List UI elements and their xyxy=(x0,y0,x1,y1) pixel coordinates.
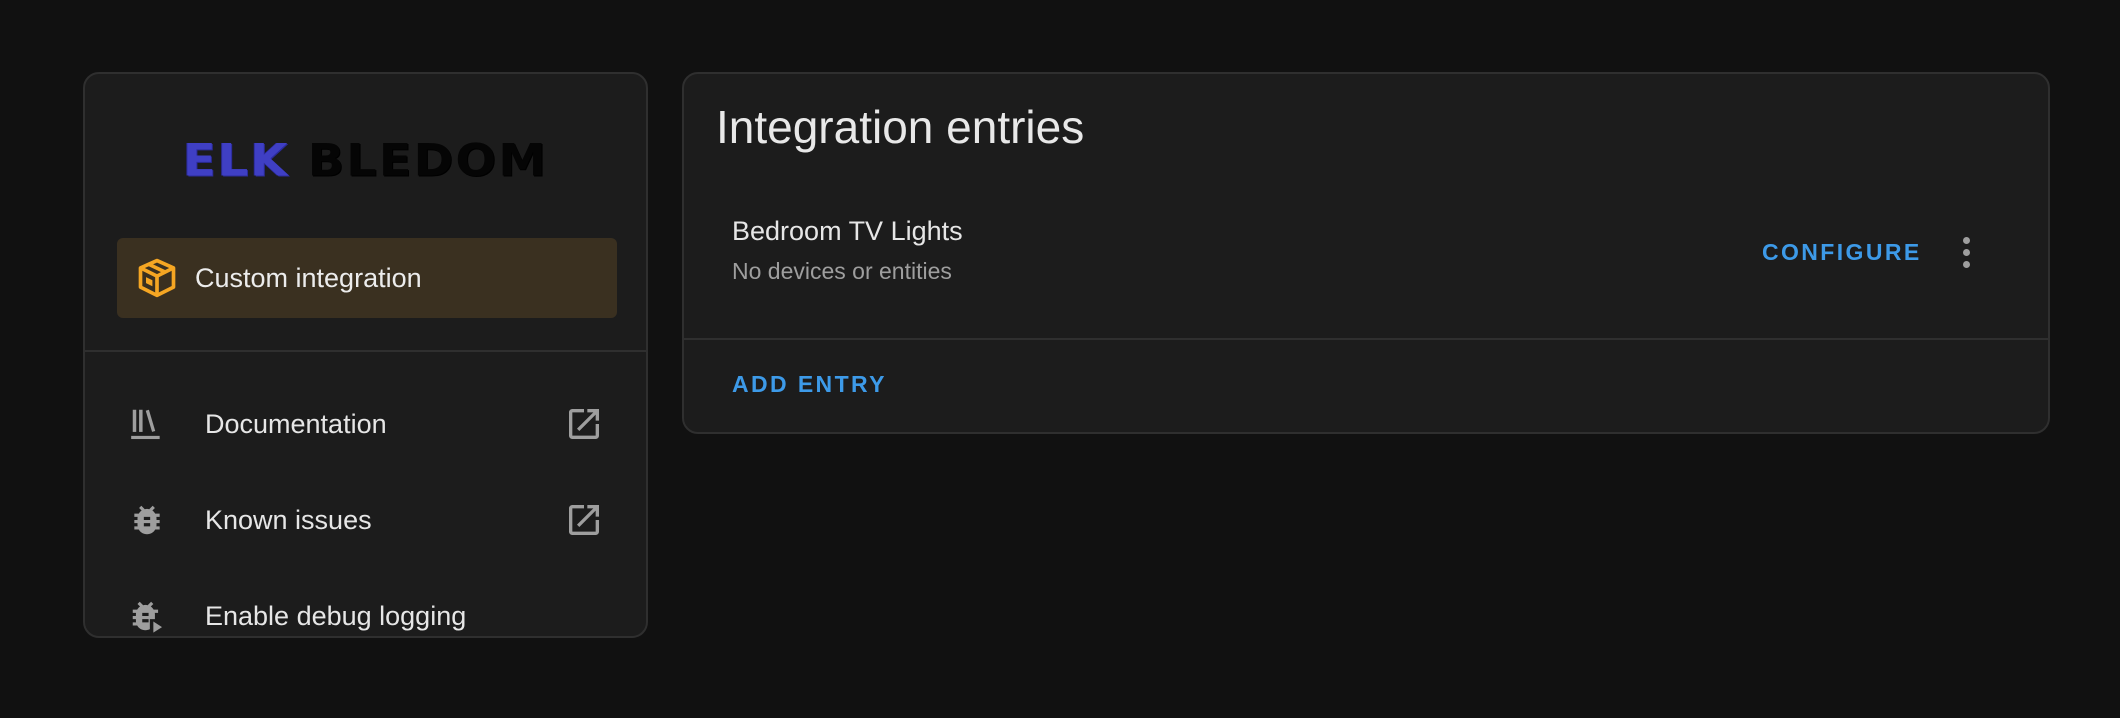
custom-integration-label: Custom integration xyxy=(195,262,422,293)
open-in-new-icon[interactable] xyxy=(563,499,605,541)
entry-name: Bedroom TV Lights xyxy=(732,216,963,246)
integration-page: ELK BLEDOM Custom integration Documentat… xyxy=(0,0,2120,718)
documentation-label: Documentation xyxy=(205,408,387,439)
logo-text-bledom: BLEDOM xyxy=(307,135,548,187)
integration-info-card: ELK BLEDOM Custom integration Documentat… xyxy=(83,72,648,638)
entries-card-divider xyxy=(684,338,2048,340)
entries-card-title: Integration entries xyxy=(716,101,1085,153)
integration-logo: ELK BLEDOM xyxy=(85,126,646,196)
logo-text-elk: ELK xyxy=(183,135,290,187)
menu-dot xyxy=(1962,248,1970,256)
bug-play-icon xyxy=(127,596,167,636)
custom-integration-badge: Custom integration xyxy=(117,238,617,318)
bookshelf-icon xyxy=(127,404,167,444)
enable-debug-logging-button[interactable]: Enable debug logging xyxy=(85,568,646,636)
menu-dot xyxy=(1962,236,1970,244)
menu-dot xyxy=(1962,260,1970,268)
dots-vertical-icon[interactable] xyxy=(1946,226,1986,278)
integration-entries-card: Integration entries Bedroom TV Lights No… xyxy=(682,72,2050,434)
info-card-divider xyxy=(85,350,646,352)
known-issues-link[interactable]: Known issues xyxy=(85,472,646,568)
configure-button[interactable]: CONFIGURE xyxy=(1744,220,1940,284)
enable-debug-logging-label: Enable debug logging xyxy=(205,600,467,631)
documentation-link[interactable]: Documentation xyxy=(85,376,646,472)
add-entry-button[interactable]: ADD ENTRY xyxy=(716,344,903,424)
entry-subtitle: No devices or entities xyxy=(732,258,952,284)
known-issues-label: Known issues xyxy=(205,504,372,535)
package-icon xyxy=(135,256,179,300)
bug-icon xyxy=(127,500,167,540)
open-in-new-icon[interactable] xyxy=(563,403,605,445)
config-entry-row[interactable]: Bedroom TV Lights No devices or entities… xyxy=(684,204,2048,338)
